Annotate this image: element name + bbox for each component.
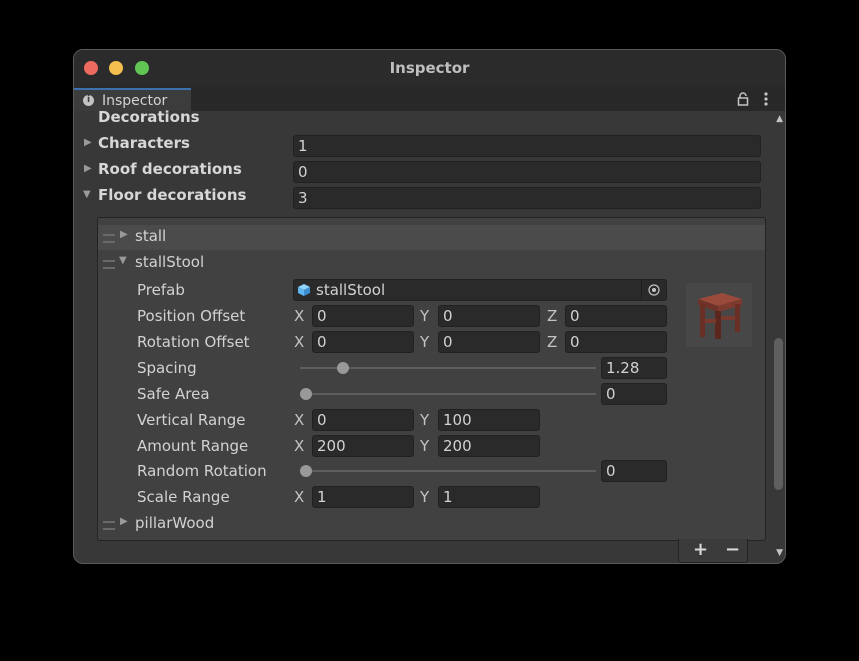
spacing-slider-knob[interactable]	[336, 362, 349, 374]
drag-handle-icon[interactable]	[103, 521, 115, 530]
rotation-offset-label: Rotation Offset	[137, 333, 250, 351]
prefab-preview-thumbnail	[686, 283, 752, 347]
rotation-offset-y-field[interactable]: 0	[438, 331, 540, 353]
axis-y-label: Y	[420, 333, 430, 351]
info-icon: i	[83, 95, 94, 106]
tab-label: Inspector	[102, 93, 168, 109]
axis-z-label: Z	[547, 333, 558, 351]
axis-x-label: X	[294, 411, 305, 429]
roof-decorations-count-field[interactable]: 0	[293, 161, 761, 183]
axis-y-label: Y	[420, 488, 430, 506]
scale-range-label: Scale Range	[137, 488, 230, 506]
vertical-range-y-field[interactable]: 100	[438, 409, 540, 431]
safe-area-slider-knob[interactable]	[300, 388, 312, 400]
kebab-menu-icon[interactable]	[763, 91, 769, 107]
floor-decorations-count-field[interactable]: 3	[293, 187, 761, 209]
chevron-right-icon[interactable]: ▶	[120, 229, 128, 240]
list-item-stall[interactable]: stall	[135, 227, 166, 245]
list-footer: + −	[678, 539, 748, 563]
drag-handle-icon[interactable]	[103, 234, 115, 243]
amount-range-label: Amount Range	[137, 437, 249, 455]
chevron-right-icon[interactable]: ▶	[84, 163, 92, 174]
object-picker-icon	[648, 284, 660, 296]
roof-decorations-label[interactable]: Roof decorations	[98, 160, 242, 178]
random-rotation-value-field[interactable]: 0	[601, 460, 667, 482]
floor-decorations-label[interactable]: Floor decorations	[98, 186, 246, 204]
characters-count-field[interactable]: 1	[293, 135, 761, 157]
safe-area-label: Safe Area	[137, 385, 210, 403]
scroll-up-icon[interactable]: ▲	[776, 114, 783, 124]
axis-y-label: Y	[420, 307, 430, 325]
title-bar[interactable]: Inspector	[74, 50, 785, 88]
stool-preview-icon	[698, 293, 742, 339]
chevron-right-icon[interactable]: ▶	[84, 137, 92, 148]
axis-y-label: Y	[420, 437, 430, 455]
position-offset-y-field[interactable]: 0	[438, 305, 540, 327]
safe-area-value-field[interactable]: 0	[601, 383, 667, 405]
list-item-pillarwood[interactable]: pillarWood	[135, 514, 214, 532]
prefab-object-field[interactable]: stallStool	[293, 279, 667, 301]
random-rotation-slider-knob[interactable]	[300, 465, 312, 477]
window-title: Inspector	[389, 59, 470, 77]
characters-label[interactable]: Characters	[98, 134, 190, 152]
position-offset-x-field[interactable]: 0	[312, 305, 414, 327]
axis-x-label: X	[294, 488, 305, 506]
scale-range-x-field[interactable]: 1	[312, 486, 414, 508]
spacing-value-field[interactable]: 1.28	[601, 357, 667, 379]
rotation-offset-z-field[interactable]: 0	[565, 331, 667, 353]
prefab-label: Prefab	[137, 281, 185, 299]
list-item-highlight	[98, 225, 765, 250]
object-picker-button[interactable]	[641, 280, 667, 300]
position-offset-label: Position Offset	[137, 307, 246, 325]
position-offset-z-field[interactable]: 0	[565, 305, 667, 327]
amount-range-y-field[interactable]: 200	[438, 435, 540, 457]
axis-y-label: Y	[420, 411, 430, 429]
list-item-stallstool[interactable]: stallStool	[135, 253, 204, 271]
amount-range-x-field[interactable]: 200	[312, 435, 414, 457]
inspector-content: Decorations ▶ Characters 1 ▶ Roof decora…	[74, 108, 785, 563]
prefab-cube-icon	[298, 284, 310, 296]
axis-x-label: X	[294, 437, 305, 455]
random-rotation-slider-track[interactable]	[300, 470, 596, 472]
axis-x-label: X	[294, 307, 305, 325]
axis-z-label: Z	[547, 307, 558, 325]
remove-element-button[interactable]: −	[725, 539, 740, 560]
scale-range-y-field[interactable]: 1	[438, 486, 540, 508]
scroll-down-icon[interactable]: ▼	[776, 548, 783, 558]
random-rotation-label: Random Rotation	[137, 462, 267, 480]
vertical-scrollbar[interactable]: ▲ ▼	[771, 111, 785, 563]
vertical-range-label: Vertical Range	[137, 411, 246, 429]
lock-icon[interactable]	[737, 92, 749, 106]
prefab-value: stallStool	[316, 281, 386, 299]
chevron-down-icon[interactable]: ▼	[119, 255, 127, 266]
rotation-offset-x-field[interactable]: 0	[312, 331, 414, 353]
safe-area-slider-track[interactable]	[300, 393, 596, 395]
inspector-window: Inspector i Inspector Decorations ▶ Char…	[73, 49, 786, 564]
vertical-range-x-field[interactable]: 0	[312, 409, 414, 431]
drag-handle-icon[interactable]	[103, 260, 115, 269]
add-element-button[interactable]: +	[693, 539, 708, 560]
decorations-header: Decorations	[98, 108, 200, 126]
chevron-right-icon[interactable]: ▶	[120, 516, 128, 527]
axis-x-label: X	[294, 333, 305, 351]
chevron-down-icon[interactable]: ▼	[83, 189, 91, 200]
spacing-label: Spacing	[137, 359, 197, 377]
scrollbar-thumb[interactable]	[774, 338, 783, 490]
